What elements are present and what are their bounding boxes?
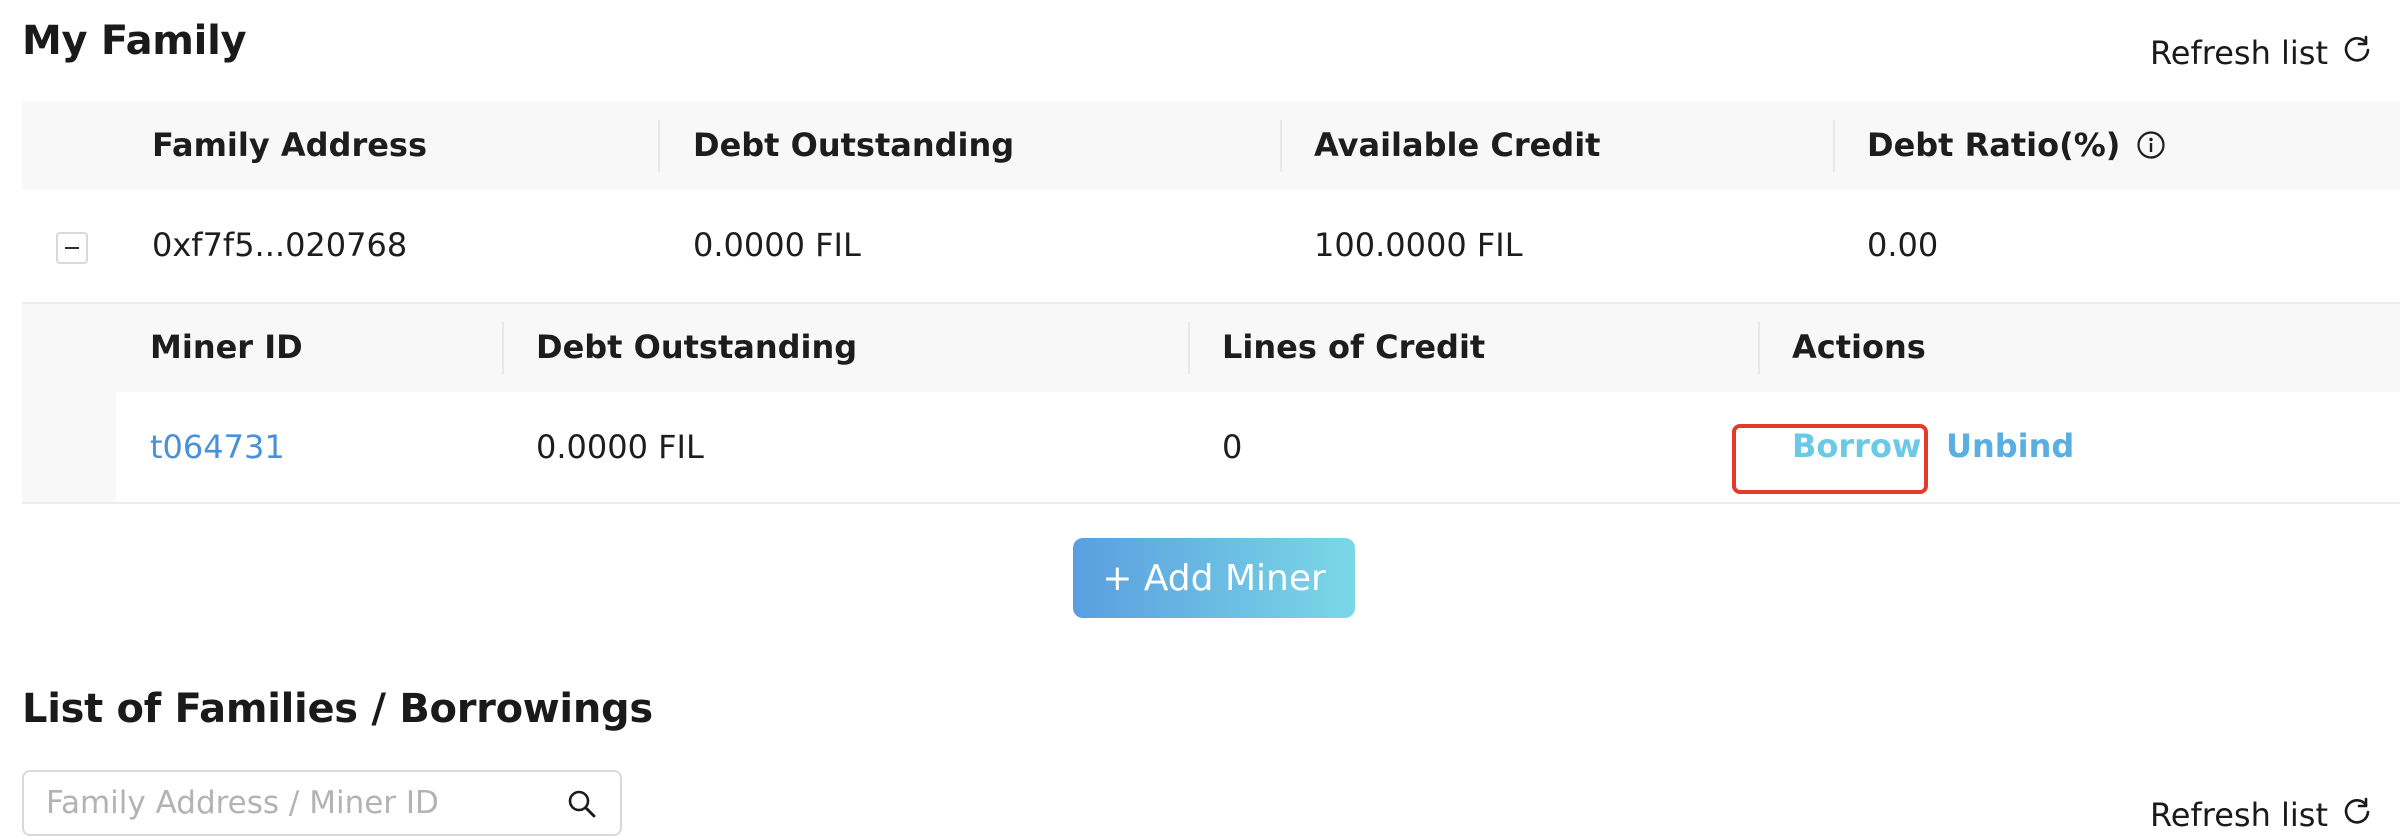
row-divider (22, 502, 2400, 504)
header-lines-of-credit: Lines of Credit (1222, 328, 1486, 366)
header-divider (1188, 322, 1190, 374)
refresh-list-button[interactable]: Refresh list (2150, 34, 2372, 72)
lines-of-credit-cell: 0 (1222, 428, 1243, 466)
available-credit-cell: 100.0000 FIL (1314, 226, 1523, 264)
miner-id-link[interactable]: t064731 (150, 428, 285, 466)
header-debt-ratio: Debt Ratio(%) (1867, 126, 2166, 164)
header-available-credit: Available Credit (1314, 126, 1601, 164)
add-miner-button[interactable]: + Add Miner (1073, 538, 1355, 618)
info-icon[interactable] (2136, 130, 2166, 160)
collapse-row-button[interactable] (56, 232, 88, 264)
search-input[interactable] (46, 772, 526, 834)
header-family-address: Family Address (152, 126, 428, 164)
header-miner-id: Miner ID (150, 328, 303, 366)
header-actions: Actions (1792, 328, 1926, 366)
refresh-list-label: Refresh list (2150, 796, 2329, 834)
header-divider (1280, 120, 1282, 172)
borrow-button[interactable]: Borrow (1792, 427, 1921, 465)
header-miner-debt-outstanding: Debt Outstanding (536, 328, 858, 366)
search-field[interactable] (22, 770, 622, 836)
header-debt-ratio-label: Debt Ratio(%) (1867, 126, 2121, 164)
my-family-title: My Family (22, 18, 247, 64)
unbind-button[interactable]: Unbind (1946, 427, 2074, 465)
header-debt-outstanding: Debt Outstanding (693, 126, 1015, 164)
miner-debt-outstanding-cell: 0.0000 FIL (536, 428, 704, 466)
refresh-icon (2328, 796, 2372, 834)
header-divider (502, 322, 504, 374)
families-list-title: List of Families / Borrowings (22, 686, 653, 732)
families-refresh-list-button[interactable]: Refresh list (2150, 796, 2372, 834)
search-icon[interactable] (566, 788, 598, 820)
header-divider (1833, 120, 1835, 172)
debt-outstanding-cell: 0.0000 FIL (693, 226, 861, 264)
header-divider (1758, 322, 1760, 374)
debt-ratio-cell: 0.00 (1867, 226, 1939, 264)
family-address-cell: 0xf7f5...020768 (152, 226, 408, 264)
refresh-list-label: Refresh list (2150, 34, 2329, 72)
refresh-icon (2328, 34, 2372, 72)
header-divider (658, 120, 660, 172)
